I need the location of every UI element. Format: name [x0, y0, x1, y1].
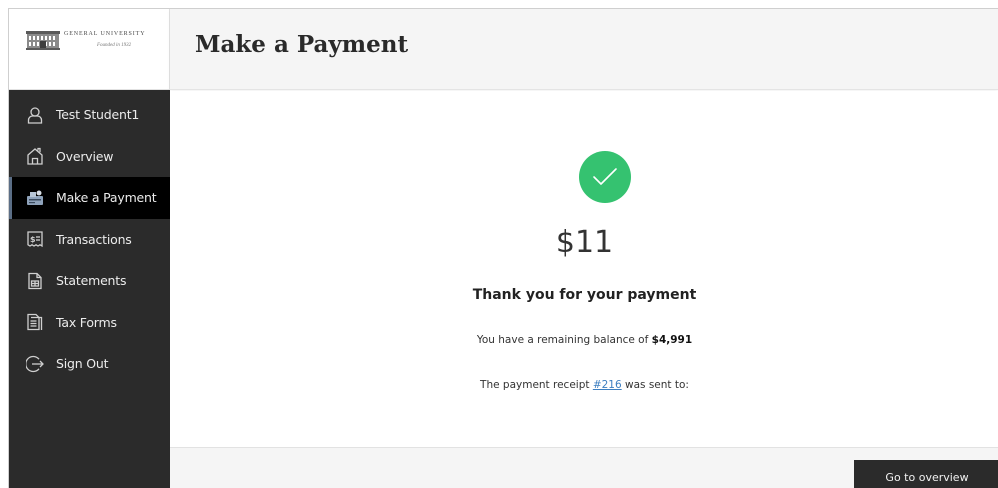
payment-amount: $11 [555, 225, 614, 260]
university-building-icon [26, 31, 60, 50]
page-title: Make a Payment [195, 31, 409, 58]
sidebar-nav: Test Student1 Overview Make a Payment $ … [9, 94, 170, 385]
thank-you-message: Thank you for your payment [472, 287, 697, 303]
sidebar-item-label: Overview [56, 148, 114, 164]
sidebar-item-label: Sign Out [56, 356, 109, 372]
home-icon [26, 147, 44, 165]
page-footer: Go to overview [170, 447, 998, 488]
sidebar-item-sign-out[interactable]: Sign Out [9, 343, 170, 385]
sidebar-item-overview[interactable]: Overview [9, 136, 170, 178]
sidebar-item-profile[interactable]: Test Student1 [9, 94, 170, 136]
sidebar-item-label: Test Student1 [56, 107, 140, 123]
receipt-prefix: The payment receipt [480, 379, 593, 391]
sidebar-item-statements[interactable]: Statements [9, 260, 170, 302]
remaining-balance: You have a remaining balance of $4,991 [170, 334, 998, 346]
balance-value: $4,991 [651, 334, 693, 346]
receipt-dollar-icon: $ [26, 230, 44, 248]
logo-name: GENERAL UNIVERSITY [64, 31, 146, 37]
sign-out-icon [26, 355, 44, 373]
receipt-suffix: was sent to: [621, 379, 689, 391]
svg-text:$: $ [30, 235, 36, 244]
sidebar-item-label: Make a Payment [56, 190, 157, 206]
sidebar-item-label: Transactions [56, 231, 132, 247]
user-icon [26, 106, 44, 124]
sidebar-item-label: Tax Forms [56, 314, 117, 330]
receipt-link[interactable]: #216 [593, 379, 622, 391]
sidebar-item-make-a-payment[interactable]: Make a Payment [9, 177, 170, 219]
go-to-overview-button[interactable]: Go to overview [854, 460, 998, 488]
logo-subtitle: Founded in 1932 [97, 43, 132, 48]
sidebar-item-label: Statements [56, 273, 127, 289]
sidebar: GENERAL UNIVERSITY Founded in 1932 Test … [9, 9, 170, 488]
sidebar-item-tax-forms[interactable]: Tax Forms [9, 302, 170, 344]
page-header: Make a Payment [170, 9, 998, 90]
tax-form-icon [26, 313, 44, 331]
payment-icon [26, 189, 44, 207]
sidebar-item-transactions[interactable]: $ Transactions [9, 219, 170, 261]
payment-confirmation: $11 Thank you for your payment You have … [170, 91, 998, 447]
receipt-message: The payment receipt #216 was sent to: [170, 379, 998, 391]
success-check-icon [579, 151, 631, 203]
balance-prefix: You have a remaining balance of [476, 334, 652, 346]
app-window: GENERAL UNIVERSITY Founded in 1932 Test … [8, 8, 998, 488]
university-logo[interactable]: GENERAL UNIVERSITY Founded in 1932 [9, 9, 170, 90]
statement-document-icon [26, 272, 44, 290]
